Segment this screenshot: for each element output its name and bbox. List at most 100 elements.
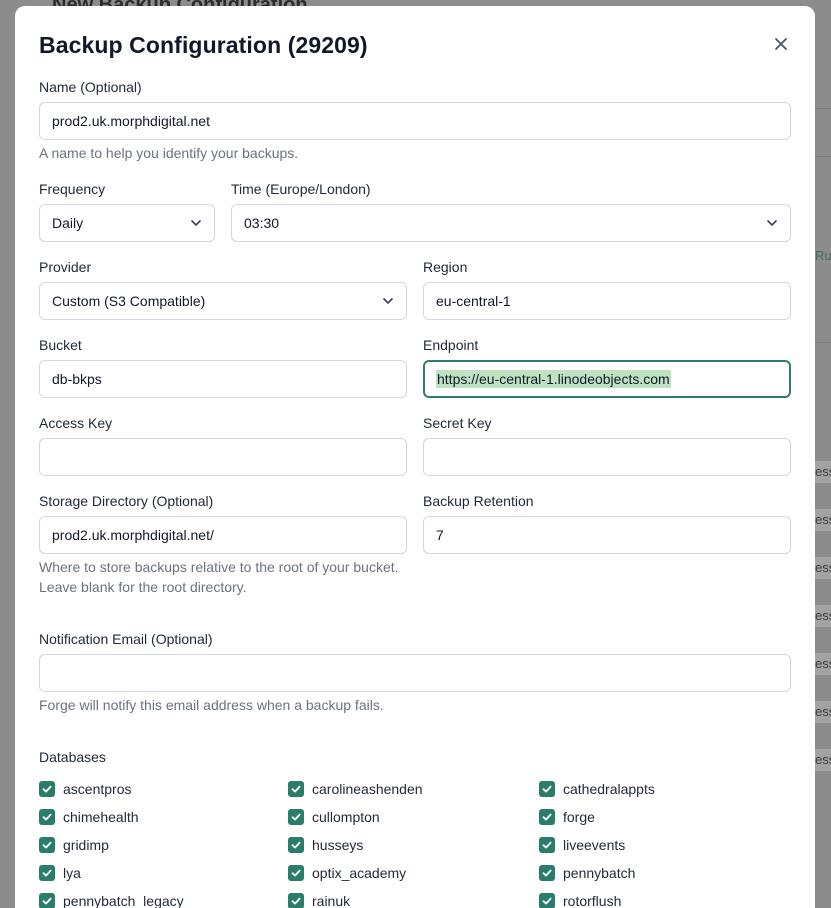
checkbox[interactable] xyxy=(288,809,304,825)
database-checkbox-item[interactable]: optix_academy xyxy=(288,865,406,881)
background-row-tab: ess xyxy=(815,701,831,723)
background-row-tab: ess xyxy=(815,557,831,579)
database-name: cullompton xyxy=(312,809,380,825)
database-name: ascentpros xyxy=(63,781,132,797)
database-checkbox-item[interactable]: husseys xyxy=(288,837,363,853)
background-divider xyxy=(815,108,831,109)
access-key-input[interactable] xyxy=(39,438,407,476)
checkbox[interactable] xyxy=(39,809,55,825)
database-checkbox-item[interactable]: pennybatch xyxy=(539,865,635,881)
check-icon xyxy=(291,897,301,905)
checkbox[interactable] xyxy=(539,837,555,853)
background-row-tab: ess xyxy=(815,653,831,675)
bucket-label: Bucket xyxy=(39,337,82,353)
backup-retention-input-value: 7 xyxy=(436,527,444,543)
region-input-value: eu-central-1 xyxy=(436,293,511,309)
secret-key-input[interactable] xyxy=(423,438,791,476)
check-icon xyxy=(291,869,301,877)
checkbox[interactable] xyxy=(288,781,304,797)
database-name: optix_academy xyxy=(312,865,407,881)
bucket-input-value: db-bkps xyxy=(52,371,102,387)
checkbox[interactable] xyxy=(39,837,55,853)
checkbox[interactable] xyxy=(39,781,55,797)
checkbox[interactable] xyxy=(39,893,55,908)
close-icon xyxy=(775,38,787,50)
background-run-link: Ru xyxy=(815,248,831,263)
chevron-down-icon xyxy=(190,219,202,227)
check-icon xyxy=(291,785,301,793)
check-icon xyxy=(42,897,52,905)
database-checkbox-item[interactable]: cullompton xyxy=(288,809,380,825)
background-row-tab: ess xyxy=(815,461,831,483)
checkbox[interactable] xyxy=(288,893,304,908)
check-icon xyxy=(42,785,52,793)
databases-label: Databases xyxy=(39,749,106,765)
database-checkbox-item[interactable]: rainuk xyxy=(288,893,350,908)
storage-directory-help-line1: Where to store backups relative to the r… xyxy=(39,559,399,575)
database-checkbox-item[interactable]: pennybatch_legacy xyxy=(39,893,184,908)
chevron-down-icon xyxy=(382,297,394,305)
check-icon xyxy=(542,813,552,821)
provider-label: Provider xyxy=(39,259,92,275)
name-input[interactable]: prod2.uk.morphdigital.net xyxy=(39,102,791,140)
database-checkbox-item[interactable]: carolineashenden xyxy=(288,781,423,797)
background-row-tab: ess xyxy=(815,605,831,627)
access-key-label: Access Key xyxy=(39,415,113,431)
database-checkbox-item[interactable]: rotorflush xyxy=(539,893,621,908)
time-select-value: 03:30 xyxy=(244,215,280,231)
background-divider xyxy=(815,342,831,343)
endpoint-input[interactable]: https://eu-central-1.linodeobjects.com xyxy=(423,360,791,398)
frequency-select[interactable]: Daily xyxy=(39,204,215,242)
check-icon xyxy=(542,841,552,849)
database-name: rainuk xyxy=(312,893,351,908)
notification-email-input[interactable] xyxy=(39,654,791,692)
storage-directory-help-line2: Leave blank for the root directory. xyxy=(39,579,247,595)
checkbox[interactable] xyxy=(539,809,555,825)
database-name: chimehealth xyxy=(63,809,139,825)
database-checkbox-item[interactable]: forge xyxy=(539,809,595,825)
frequency-label: Frequency xyxy=(39,181,106,197)
database-checkbox-item[interactable]: gridimp xyxy=(39,837,109,853)
database-checkbox-item[interactable]: ascentpros xyxy=(39,781,131,797)
check-icon xyxy=(542,785,552,793)
check-icon xyxy=(42,813,52,821)
checkbox[interactable] xyxy=(288,837,304,853)
database-name: gridimp xyxy=(63,837,109,853)
database-name: forge xyxy=(563,809,595,825)
check-icon xyxy=(542,869,552,877)
database-name: rotorflush xyxy=(563,893,622,908)
backup-retention-label: Backup Retention xyxy=(423,493,534,509)
check-icon xyxy=(542,897,552,905)
database-checkbox-item[interactable]: cathedralappts xyxy=(539,781,655,797)
modal-title: Backup Configuration (29209) xyxy=(39,32,368,58)
check-icon xyxy=(42,841,52,849)
region-input[interactable]: eu-central-1 xyxy=(423,282,791,320)
database-name: liveevents xyxy=(563,837,626,853)
time-label: Time (Europe/London) xyxy=(231,181,371,197)
checkbox[interactable] xyxy=(288,865,304,881)
bucket-input[interactable]: db-bkps xyxy=(39,360,407,398)
database-checkbox-item[interactable]: lya xyxy=(39,865,81,881)
database-name: husseys xyxy=(312,837,364,853)
checkbox[interactable] xyxy=(539,781,555,797)
database-checkbox-item[interactable]: liveevents xyxy=(539,837,625,853)
backup-configuration-modal: Backup Configuration (29209) Name (Optio… xyxy=(15,6,815,908)
endpoint-label: Endpoint xyxy=(423,337,479,353)
backup-retention-input[interactable]: 7 xyxy=(423,516,791,554)
background-divider xyxy=(815,156,831,157)
notification-email-label: Notification Email (Optional) xyxy=(39,631,213,647)
provider-select[interactable]: Custom (S3 Compatible) xyxy=(39,282,407,320)
name-help-text: A name to help you identify your backups… xyxy=(39,145,299,161)
database-checkbox-item[interactable]: chimehealth xyxy=(39,809,139,825)
checkbox[interactable] xyxy=(539,865,555,881)
storage-directory-label: Storage Directory (Optional) xyxy=(39,493,214,509)
time-select[interactable]: 03:30 xyxy=(231,204,791,242)
region-label: Region xyxy=(423,259,468,275)
storage-directory-input[interactable]: prod2.uk.morphdigital.net/ xyxy=(39,516,407,554)
name-input-value: prod2.uk.morphdigital.net xyxy=(52,113,210,129)
checkbox[interactable] xyxy=(39,865,55,881)
checkbox[interactable] xyxy=(539,893,555,908)
background-row-tab: ess xyxy=(815,749,831,771)
close-button[interactable] xyxy=(773,36,789,52)
endpoint-input-value: https://eu-central-1.linodeobjects.com xyxy=(436,370,671,388)
